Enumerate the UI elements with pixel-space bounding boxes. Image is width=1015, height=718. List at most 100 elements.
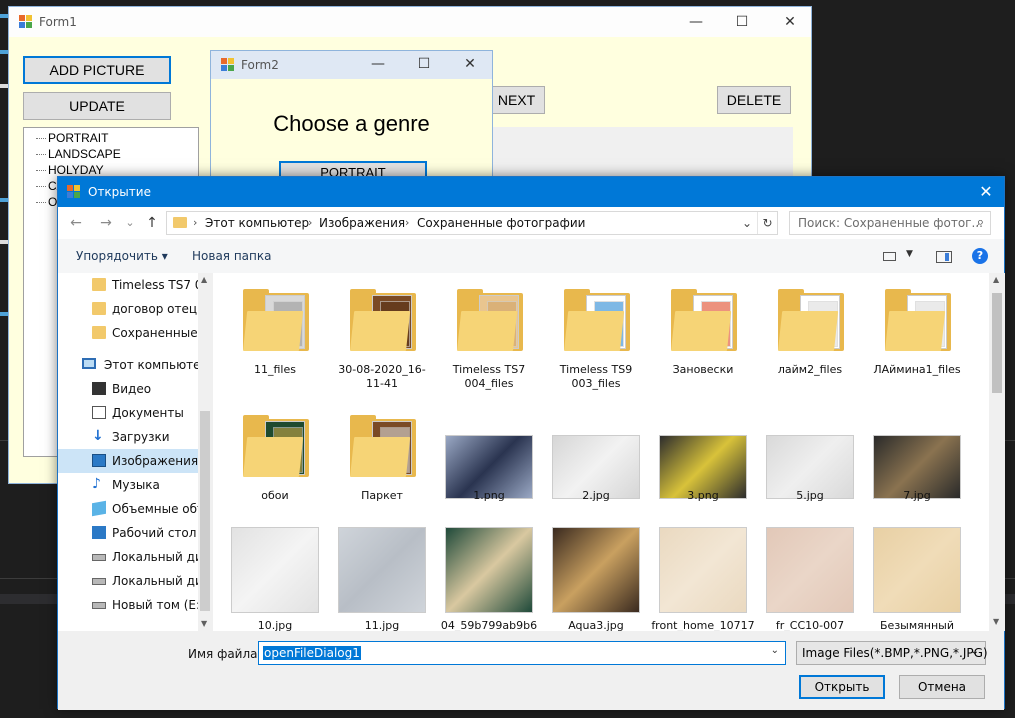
preview-pane-icon[interactable] [936,251,952,263]
nav-item-downloads[interactable]: ↓ Загрузки [58,425,198,449]
filename-input[interactable]: openFileDialog1 ⌄ [258,641,786,665]
file-list[interactable]: 11_files 30-08-2020_16-11-41 Timeless TS7 … [213,273,989,631]
nav-item-music[interactable]: ♪ Музыка [58,473,198,497]
folder-item[interactable]: обои [223,411,327,531]
nav-item[interactable]: договор отец [58,297,198,321]
new-folder-button[interactable]: Новая папка [192,249,271,263]
nav-item-label: Новый том (E:) [112,598,198,612]
breadcrumb-this-pc[interactable]: Этот компьютер [205,216,309,230]
breadcrumb-separator: › [405,216,410,229]
minimize-icon[interactable]: — [363,53,393,75]
file-name-label: fr_CC10-007 [775,619,845,631]
maximize-icon[interactable]: ☐ [409,53,439,75]
address-dropdown-icon[interactable]: ⌄ [737,212,757,234]
folder-item[interactable]: лайм2_files [758,285,862,405]
nav-item-label: Загрузки [112,430,170,444]
nav-item-3d-objects[interactable]: Объемные объ [58,497,198,521]
folder-icon [350,289,416,351]
folder-icon [671,289,737,351]
filename-value[interactable]: openFileDialog1 [263,646,361,660]
form2-titlebar[interactable]: Form2 — ☐ ✕ [211,51,492,79]
nav-item-documents[interactable]: Документы [58,401,198,425]
file-name-label: 1.png [473,489,505,502]
navigation-pane[interactable]: Timeless TS7 004 договор отец Сохраненны… [58,273,212,631]
help-icon[interactable]: ? [972,248,988,264]
dialog-titlebar[interactable]: Открытие ✕ [58,177,1004,207]
close-icon[interactable]: ✕ [455,53,485,75]
scroll-up-icon[interactable]: ▲ [993,275,999,284]
cancel-button[interactable]: Отмена [899,675,985,699]
search-icon[interactable]: ⌕ [977,215,984,230]
form1-titlebar[interactable]: Form1 — ☐ ✕ [9,7,811,37]
code-fragment [0,14,8,18]
tree-item-portrait[interactable]: PORTRAIT [24,130,198,146]
image-file-item[interactable]: 3.png [651,411,755,531]
back-arrow-icon[interactable]: ← [66,213,86,233]
image-file-item[interactable]: 1.png [437,411,541,531]
scroll-up-icon[interactable]: ▲ [201,275,207,284]
view-dropdown-icon[interactable]: ▼ [906,249,913,259]
file-list-scrollbar[interactable]: ▲ ▼ [989,273,1005,631]
nav-item-pictures[interactable]: Изображения [58,449,198,473]
address-bar[interactable]: › Этот компьютер › Изображения › Сохране… [166,211,778,235]
image-file-item[interactable]: Безымянный [865,523,969,631]
nav-item-desktop[interactable]: Рабочий стол [58,521,198,545]
file-type-select[interactable]: Image Files(*.BMP,*.PNG,*.JPG) ⌄ [796,641,988,665]
open-button[interactable]: Открыть [799,675,885,699]
nav-item[interactable]: Сохраненные ф [58,321,198,345]
chevron-down-icon[interactable]: ⌄ [971,646,979,657]
breadcrumb-pictures[interactable]: Изображения [319,216,405,230]
close-icon[interactable]: ✕ [775,11,805,33]
scroll-down-icon[interactable]: ▼ [201,619,207,628]
refresh-icon[interactable]: ↻ [757,212,777,234]
folder-item[interactable]: Паркет [330,411,434,531]
nav-item-new-volume[interactable]: Новый том (E:) [58,593,198,617]
scrollbar-thumb[interactable] [200,411,210,611]
image-file-item[interactable]: front_home_10717 [651,523,755,631]
add-picture-button[interactable]: ADD PICTURE [23,56,171,84]
folder-item[interactable]: ЛАймина1_files [865,285,969,405]
minimize-icon[interactable]: — [681,11,711,33]
maximize-icon[interactable]: ☐ [727,11,757,33]
image-file-item[interactable]: 7.jpg [865,411,969,531]
scrollbar-thumb[interactable] [992,293,1002,393]
delete-button[interactable]: DELETE [717,86,791,114]
image-file-item[interactable]: 5.jpg [758,411,862,531]
scroll-down-icon[interactable]: ▼ [993,617,999,626]
folder-icon [243,289,309,351]
image-file-item[interactable]: 10.jpg [223,523,327,631]
folder-item[interactable]: Timeless TS7 004_files [437,285,541,405]
image-file-item[interactable]: Aqua3.jpg [544,523,648,631]
recent-dropdown-icon[interactable]: ⌄ [120,213,140,233]
forward-arrow-icon[interactable]: → [96,213,116,233]
up-arrow-icon[interactable]: ↑ [142,213,162,233]
nav-item-this-pc[interactable]: Этот компьютер [58,353,198,377]
tree-item-landscape[interactable]: LANDSCAPE [24,146,198,162]
folder-item[interactable]: 30-08-2020_16-11-41 [330,285,434,405]
folder-item[interactable]: Timeless TS9 003_files [544,285,648,405]
app-icon [221,58,235,72]
nav-item-local-disk[interactable]: Локальный дис [58,569,198,593]
nav-scrollbar[interactable]: ▲ ▼ [198,273,211,631]
nav-item-local-disk[interactable]: Локальный дис [58,545,198,569]
image-file-item[interactable]: 04_59b799ab9b6 [437,523,541,631]
folder-item[interactable]: Зановески [651,285,755,405]
view-mode-icon[interactable] [883,252,896,261]
image-thumbnail [445,527,533,613]
image-file-item[interactable]: fr_CC10-007 [758,523,862,631]
image-file-item[interactable]: 2.jpg [544,411,648,531]
image-file-item[interactable]: 11.jpg [330,523,434,631]
chevron-down-icon[interactable]: ⌄ [771,645,779,656]
breadcrumb-separator: › [193,216,198,229]
update-button[interactable]: UPDATE [23,92,171,120]
next-button[interactable]: NEXT [489,86,545,114]
nav-item-video[interactable]: Видео [58,377,198,401]
nav-item[interactable]: Timeless TS7 004 [58,273,198,297]
organize-button[interactable]: Упорядочить ▾ [76,249,168,263]
documents-icon [92,406,106,419]
folder-item[interactable]: 11_files [223,285,327,405]
close-icon[interactable]: ✕ [968,177,1004,207]
file-name-label: 04_59b799ab9b6 [440,619,538,631]
breadcrumb-saved-pictures[interactable]: Сохраненные фотографии [417,216,585,230]
search-input[interactable]: Поиск: Сохраненные фотог... ⌕ [789,211,991,235]
